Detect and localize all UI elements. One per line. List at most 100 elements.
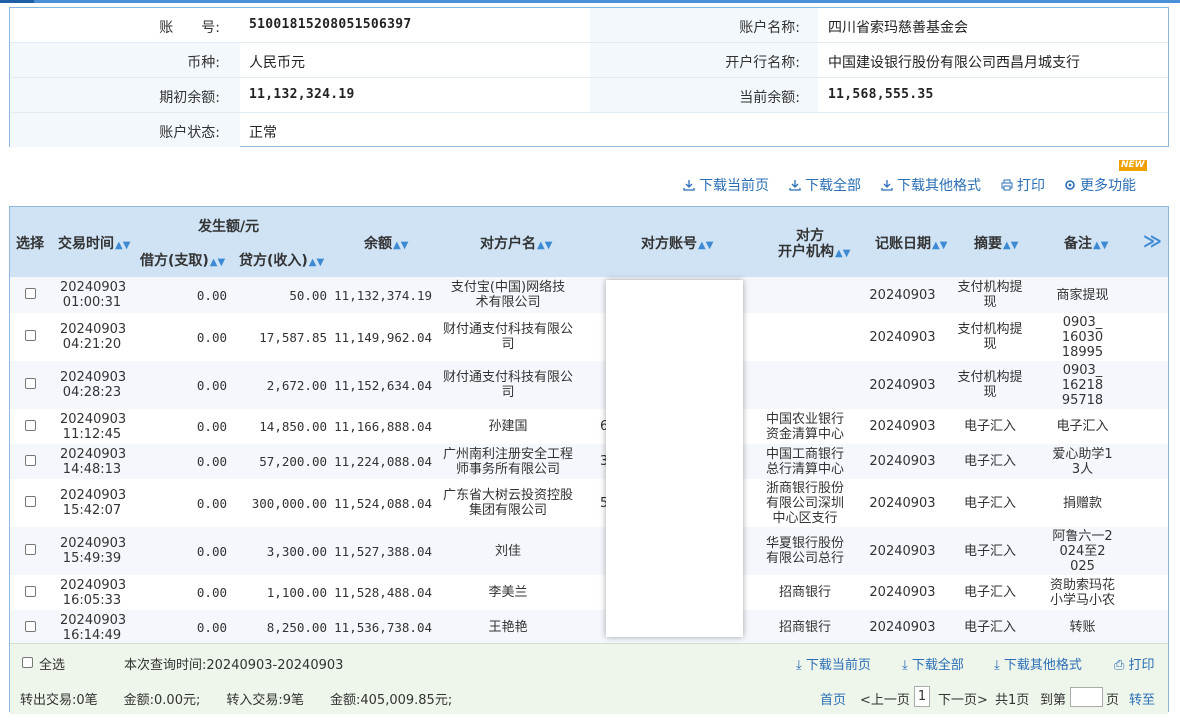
cell-counterparty-name: 广东省大树云投资控股 集团有限公司 [438,488,578,518]
sort-icon: ▲▼ [115,240,131,251]
cell-post-date-line: 20240903 [869,620,936,635]
col-post-date[interactable]: 记账日期▲▼ [875,233,947,253]
sort-icon: ▲▼ [1003,240,1019,251]
download-all-button[interactable]: 下载全部 [789,175,861,195]
cell-remark-line: 转账 [1069,620,1096,635]
row-checkbox[interactable] [25,378,36,389]
cell-remark: 0903_ 16030 18995 [1040,315,1125,360]
next-page-link[interactable]: 下一页> [938,689,988,708]
download-other-label: 下载其他格式 [897,178,981,194]
footer-download-all[interactable]: ⤓ 下载全部 [902,654,964,673]
cell-time-line: 01:00:31 [62,295,122,310]
row-checkbox[interactable] [25,330,36,341]
info-row-status: 账户状态: 正常 [10,113,1168,147]
col-bank[interactable]: 开户机构▲▼ [778,241,850,261]
cell-counterparty-name-line: 刘佳 [494,543,521,559]
top-tab-line [0,0,1180,3]
cell-debit: 0.00 [140,419,227,434]
table-row: 20240903 14:48:13 0.00 57,200.00 11,224,088.… [10,444,1168,479]
cell-counterparty-name-line: 广州南利注册安全工程 [442,446,573,462]
cell-post-date-line: 20240903 [869,419,936,434]
cell-debit-line: 0.00 [196,585,227,600]
cell-credit-line: 2,672.00 [266,377,327,393]
cell-balance: 11,536,738.04 [332,620,432,635]
cell-time-line: 20240903 [60,536,127,551]
prev-page-link[interactable]: <上一页 [860,689,910,708]
select-all-label: 全选 [39,658,66,673]
cell-counterparty-bank: 浙商银行股份 有限公司深圳 中心区支行 [755,481,855,526]
col-remark[interactable]: 备注▲▼ [1064,233,1108,253]
cell-summary: 支付机构提现 [950,322,1030,352]
row-checkbox[interactable] [25,454,36,466]
first-page-link[interactable]: 首页 [820,689,846,708]
transactions-table: 选择 交易时间▲▼ 发生额/元 借方(支取)▲▼ 贷方(收入)▲▼ 余额▲▼ 对… [9,206,1169,714]
col-summary[interactable]: 摘要▲▼ [974,233,1018,253]
cell-counterparty-bank: 招商银行 [755,620,855,635]
cell-post-date: 20240903 [865,330,940,345]
col-amount-group: 发生额/元 [198,219,260,235]
cell-post-date-line: 20240903 [869,454,936,469]
download-page-button[interactable]: 下载当前页 [683,175,769,195]
col-credit[interactable]: 贷方(收入)▲▼ [239,250,324,270]
account-name-value: 四川省索玛慈善基金会 [828,20,968,36]
row-checkbox[interactable] [25,544,36,555]
cell-counterparty-bank: 中国工商银行 总行清算中心 [755,447,855,477]
col-counterparty-name[interactable]: 对方户名▲▼ [480,233,552,253]
total-pages: 共1页 [995,693,1030,708]
cell-remark: 0903_ 16218 95718 [1040,363,1125,408]
bank-value: 中国建设银行股份有限公司西昌月城支行 [828,55,1080,71]
row-checkbox[interactable] [25,419,36,431]
col-debit[interactable]: 借方(支取)▲▼ [140,250,225,270]
currency-value: 人民币元 [249,55,305,71]
cell-counterparty-bank-line: 中国工商银行 [765,446,844,462]
cell-remark-line: 024至2 [1059,543,1106,559]
col-time[interactable]: 交易时间▲▼ [58,233,130,253]
download-other-button[interactable]: 下载其他格式 [881,175,981,195]
goto-button[interactable]: 转至 [1129,689,1155,708]
cell-balance: 11,224,088.04 [332,454,432,469]
col-counterparty-name-label: 对方户名 [480,236,536,252]
account-no-value: 51001815208051506397 [249,17,412,32]
cell-time-line: 20240903 [60,370,127,385]
cell-credit: 17,587.85 [232,330,327,345]
account-name-label: 账户名称: [739,20,800,36]
cell-debit-line: 0.00 [196,287,227,303]
col-counterparty-account[interactable]: 对方账号▲▼ [641,233,713,253]
select-all-checkbox[interactable] [22,657,33,668]
cell-summary-line: 电子汇入 [963,543,1016,559]
col-balance-label: 余额 [364,236,392,252]
cell-remark-line: 18995 [1061,344,1104,360]
table-row: 20240903 04:21:20 0.00 17,587.85 11,149,962.… [10,313,1168,361]
cell-balance: 11,524,088.04 [332,496,432,511]
download-all-label: 下载全部 [805,178,861,194]
status-value: 正常 [249,125,277,141]
sort-icon: ▲▼ [698,240,714,251]
cell-debit-line: 0.00 [196,495,227,511]
row-checkbox[interactable] [25,496,36,507]
cell-debit: 0.00 [140,496,227,511]
table-footer: 全选 本次查询时间:20240903-20240903 ⤓ 下载当前页 ⤓ 下载… [10,643,1168,714]
cell-debit: 0.00 [140,378,227,393]
cell-counterparty-name: 孙建国 [438,419,578,434]
cell-debit-line: 0.00 [196,329,227,345]
row-checkbox[interactable] [25,620,36,632]
footer-print[interactable]: ⎙ 打印 [1114,654,1155,673]
scroll-right-icon[interactable]: ≫ [1143,231,1162,252]
more-functions-button[interactable]: 更多功能 [1064,175,1136,195]
cell-remark-line: 电子汇入 [1056,419,1109,434]
footer-download-page-label: 下载当前页 [805,658,871,673]
col-select: 选择 [16,236,44,252]
cell-counterparty-bank-line: 总行清算中心 [765,461,844,477]
footer-download-other[interactable]: ⤓ 下载其他格式 [994,654,1082,673]
cell-post-date-line: 20240903 [869,377,936,393]
goto-page-input[interactable] [1070,687,1103,707]
col-balance[interactable]: 余额▲▼ [364,233,408,253]
cell-balance: 11,166,888.04 [332,419,432,434]
row-checkbox[interactable] [25,288,36,299]
row-checkbox[interactable] [25,585,36,597]
cell-counterparty-name-line: 王艳艳 [488,620,528,635]
footer-download-page[interactable]: ⤓ 下载当前页 [796,654,871,673]
sort-icon: ▲▼ [1093,240,1109,251]
print-button[interactable]: 打印 [1001,175,1045,195]
cell-credit-line: 50.00 [289,287,327,303]
